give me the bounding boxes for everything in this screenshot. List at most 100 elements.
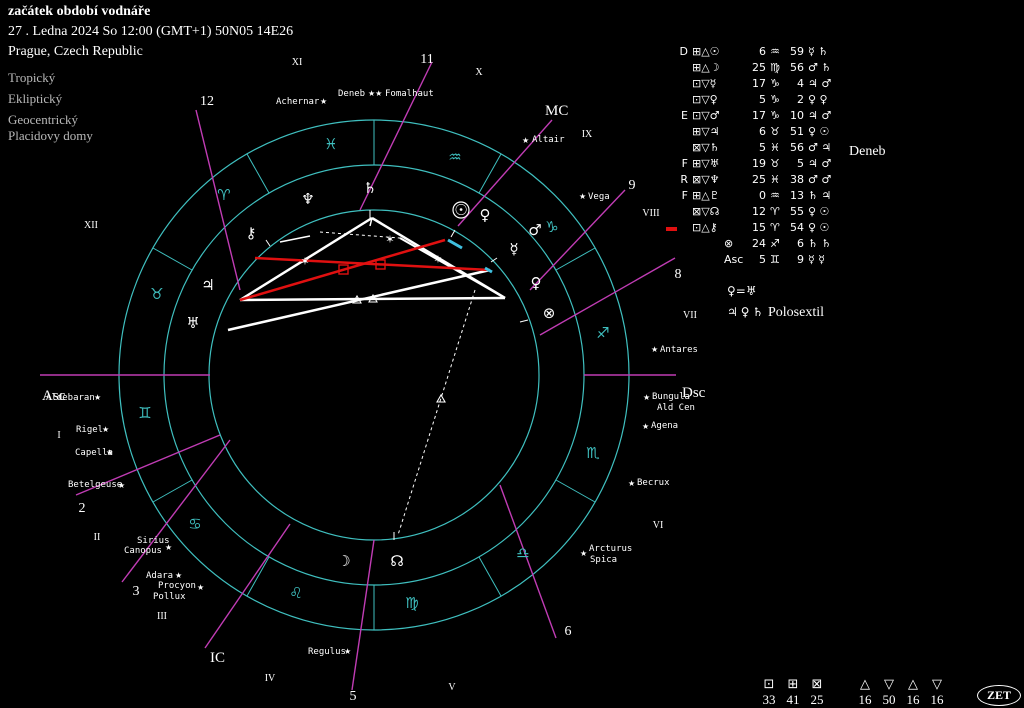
sign-capricorn-icon: ♑ <box>545 218 558 236</box>
star-antares: Antares <box>660 345 698 355</box>
svg-text:★: ★ <box>642 422 649 431</box>
triangle-down-icon: ▽ <box>884 677 894 692</box>
element-count: 41 <box>786 692 800 707</box>
house-roman-i: I <box>57 430 60 441</box>
star-becrux: Becrux <box>637 478 670 488</box>
house-number-5: 5 <box>350 689 357 704</box>
house-number-3: 3 <box>133 584 140 599</box>
star-bungula: Bungula <box>652 392 690 402</box>
house-roman-v: V <box>448 682 456 693</box>
star-altair: Altair <box>532 135 565 145</box>
cusp-5 <box>351 539 375 691</box>
aspect-lines <box>227 216 506 536</box>
polosextil-glyphs: ♃♀♄ <box>727 305 767 319</box>
star-betelgeuse: Betelgeuse <box>68 480 122 490</box>
triangle-up-icon: △ <box>908 677 918 692</box>
svg-text:★: ★ <box>94 393 101 402</box>
star-arcturus: Arcturus <box>589 544 632 554</box>
star-regulus: Regulus <box>308 647 346 657</box>
svg-text:★: ★ <box>628 479 635 488</box>
planet-chiron-icon: ⚷ <box>246 224 257 242</box>
house-number-2: 2 <box>79 501 86 516</box>
star-aldebaran: Aldebaran <box>46 393 95 403</box>
svg-text:★: ★ <box>643 393 650 402</box>
star-deneb: Deneb <box>338 89 365 99</box>
svg-text:★: ★ <box>344 647 351 656</box>
middle-ring <box>163 164 585 586</box>
sign-aquarius-icon: ♒ <box>448 148 461 166</box>
svg-text:✶: ✶ <box>385 233 394 246</box>
svg-text:★: ★ <box>651 345 658 354</box>
sign-libra-icon: ♎ <box>516 544 529 562</box>
element-square-icon: ⊡ <box>763 677 775 692</box>
cusp-9 <box>529 189 626 291</box>
sign-cancer-icon: ♋ <box>188 515 201 533</box>
house-roman-viii: VIII <box>642 208 659 219</box>
star-adara: Adara <box>146 571 173 581</box>
zet-button[interactable]: ZET <box>977 685 1021 706</box>
planet-mercury-icon: ☿ <box>509 240 518 258</box>
planet-jupiter-icon: ♃ <box>201 276 214 294</box>
house-roman-iv: IV <box>265 673 276 684</box>
house-roman-ix: IX <box>582 129 593 140</box>
venus-uranus-note: ♀=♅ <box>727 284 757 298</box>
svg-text:★: ★ <box>197 583 204 592</box>
svg-text:★: ★ <box>102 425 109 434</box>
sign-aries-icon: ♈ <box>217 186 230 204</box>
element-grid-icon: ⊞ <box>787 677 799 692</box>
house-number-12: 12 <box>200 94 214 109</box>
triangle-count: 16 <box>858 692 872 707</box>
sign-scorpio-icon: ♏ <box>586 444 600 462</box>
polosextil-label: Polosextil <box>768 305 825 320</box>
svg-text:★: ★ <box>580 549 587 558</box>
svg-text:★: ★ <box>320 97 327 106</box>
svg-text:★: ★ <box>118 481 125 490</box>
planet-mars-icon: ♂ <box>528 221 541 239</box>
triangle-count: 16 <box>930 692 944 707</box>
sign-sagittarius-icon: ♐ <box>596 324 609 342</box>
house-number-9: 9 <box>629 178 636 193</box>
svg-text:★: ★ <box>175 571 182 580</box>
svg-text:✶: ✶ <box>300 255 309 268</box>
star-pollux: Pollux <box>153 592 186 602</box>
lunar-node-icon: ☊ <box>390 552 403 570</box>
star-vega: Vega <box>588 192 610 202</box>
sign-gemini-icon: ♊ <box>138 404 151 422</box>
planet-uranus-icon: ♅ <box>186 314 199 332</box>
natal-chart-wheel: ✶ ✶ ✶ Asc Dsc MC IC 12 11 9 8 6 5 3 2 XI… <box>40 52 706 704</box>
star-procyon: Procyon <box>158 581 196 591</box>
planet-venus-icon: ♀ <box>480 206 491 224</box>
house-number-11: 11 <box>420 52 433 67</box>
house-number-8: 8 <box>675 267 682 282</box>
triangle-count: 16 <box>906 692 920 707</box>
planet-venus-house-icon: ♀ <box>531 274 542 292</box>
sign-taurus-icon: ♉ <box>150 285 163 303</box>
triangle-count: 50 <box>882 692 896 707</box>
planet-neptune-icon: ♆ <box>301 190 314 208</box>
sign-virgo-icon: ♍ <box>405 594 418 612</box>
star-fomalhaut: Fomalhaut <box>385 89 434 99</box>
star-spica: Spica <box>590 555 617 565</box>
svg-text:★★: ★★ <box>368 89 382 98</box>
triangle-up-icon: △ <box>860 677 870 692</box>
house-roman-iii: III <box>157 611 167 622</box>
house-roman-xii: XII <box>84 220 98 231</box>
aspect-trine-marks <box>352 293 446 403</box>
house-roman-xi: XI <box>292 57 303 68</box>
svg-text:★: ★ <box>522 136 529 145</box>
star-rigel: Rigel <box>76 425 103 435</box>
selection-marker <box>666 227 677 231</box>
planet-saturn-icon: ♄ <box>363 179 376 197</box>
star-ald-cen: Ald Cen <box>657 403 695 413</box>
svg-text:★: ★ <box>579 192 586 201</box>
star-agena: Agena <box>651 421 678 431</box>
star-canopus: Canopus <box>124 546 162 556</box>
house-roman-x: X <box>475 67 483 78</box>
house-roman-vii: VII <box>683 310 697 321</box>
star-achernar: Achernar <box>276 97 320 107</box>
axis-ic-label: IC <box>210 650 225 666</box>
part-of-fortune-icon: ⊗ <box>543 304 556 322</box>
svg-text:✶: ✶ <box>433 253 442 266</box>
deneb-note: Deneb <box>849 144 886 159</box>
axis-mc-label: MC <box>545 103 568 119</box>
